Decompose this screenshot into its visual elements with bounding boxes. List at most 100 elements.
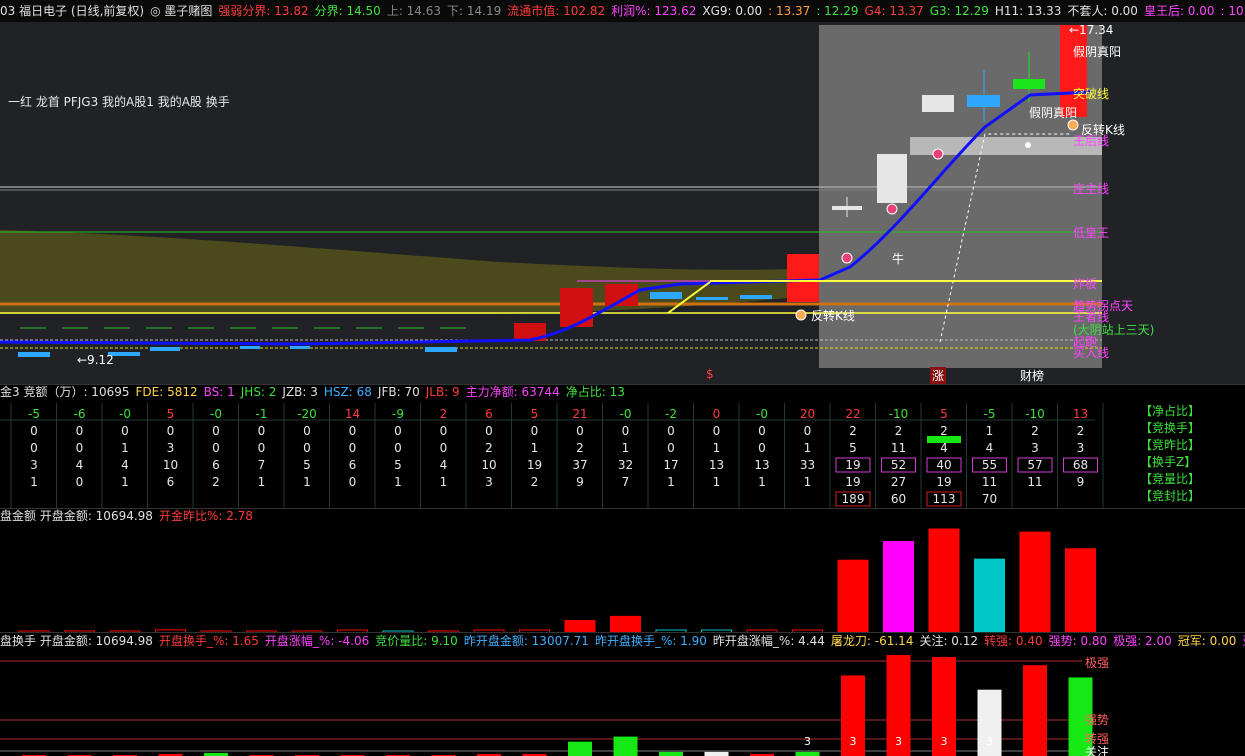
auction-cell: 10 [481,458,496,472]
auction-cell: 5 [849,441,857,455]
turnover-field-12: 冠军: 0.00 [1177,634,1237,648]
auction-cell: -0 [210,407,222,421]
auction-cell: 57 [1027,458,1042,472]
auction-cell: 55 [982,458,997,472]
turnover-bar [613,736,638,756]
amount-panel[interactable]: 盘金额 开盘金额: 10694.98 开金昨比%: 2.78 [0,508,1245,633]
auction-cell: 0 [758,424,766,438]
auction-cell: 7 [622,475,630,489]
auction-cell: 2 [895,424,903,438]
auction-cell: 5 [940,407,948,421]
turnover-field-0: 盘换手 开盘金额: 10694.98 [0,634,153,648]
auction-cell: 0 [76,424,84,438]
auction-cell: 2 [1077,424,1085,438]
auction-field-4: JZB: 3 [282,385,318,399]
auction-cell: 0 [440,424,448,438]
auction-cell: 1 [121,441,129,455]
turnover-bar [1023,665,1047,756]
auction-field-9: 净占比: 13 [565,385,625,399]
auction-field-5: HSZ: 68 [323,385,372,399]
candlestick-chart[interactable]: 一红 龙首 PFJG3 我的A股1 我的A股 换手 ←17.34 ←9.12 假… [0,22,1245,384]
turnover-bar-label: 3 [941,735,948,748]
auction-field-7: JLB: 9 [425,385,460,399]
auction-cell: 0 [349,424,357,438]
auction-cell: 1 [258,475,266,489]
auction-cell: 21 [572,407,587,421]
auction-side-labels: 【净占比】 【竞换手】 【竞昨比】 【换手Z】 【竞量比】 【竞封比】 [1140,403,1245,505]
highlight-zone [819,25,1102,368]
turnover-bars-svg: 3 3 3 3 3 [0,655,1093,756]
auction-cell: 0 [303,424,311,438]
signal-false-yin-1: 假阴真阳 [1073,45,1122,59]
auction-cell: 2 [576,441,584,455]
auction-cell: 68 [1073,458,1088,472]
header-field-13: H11: 13.33 [994,4,1062,18]
auction-cell: -0 [119,407,131,421]
auction-side-label: 【净占比】 [1140,404,1201,418]
auction-field-8: 主力净额: 63744 [465,385,560,399]
auction-cell: 3 [1031,441,1039,455]
auction-cell: 7 [258,458,266,472]
auction-cell: 6 [212,458,220,472]
auction-cell: 0 [30,441,38,455]
signal-false-yin-2: 假阴真阳 [1029,106,1078,120]
auction-cell: 13 [709,458,724,472]
turnover-panel[interactable]: 3 3 3 3 3 盘换手 开盘金额: 10694.98 开盘换手_%: 1.65 开盘涨幅… [0,632,1245,756]
header-field-3: 分界: 14.50 [314,4,381,18]
auction-cell: 0 [167,424,175,438]
auction-cell: 13 [754,458,769,472]
header-field-9: : 13.37 [768,4,811,18]
auction-cell: -6 [74,407,86,421]
auction-cell: 14 [345,407,360,421]
turnover-bar-label: 3 [986,735,993,748]
auction-cell: 52 [891,458,906,472]
auction-cell: 22 [845,407,860,421]
indicator-list-label: 一红 龙首 PFJG3 我的A股1 我的A股 换手 [8,95,230,109]
auction-cell: 6 [485,407,493,421]
auction-cell: 0 [212,441,220,455]
amount-bar [837,559,869,633]
turnover-field-8: 关注: 0.12 [919,634,979,648]
auction-cell: 0 [303,441,311,455]
auction-field-0: 金3 竞额（万）: 10695 [0,385,130,399]
turnover-field-7: 屠龙刀: -61.14 [830,634,914,648]
signal-reverse-k-2: 反转K线 [811,309,855,323]
turnover-field-3: 竞价量比: 9.10 [375,634,458,648]
header-field-15: 皇王后: 0.00 [1143,4,1215,18]
signal-low-king: 低皇王 [1073,226,1110,240]
auction-cell: 3 [30,458,38,472]
auction-cell: 1 [531,441,539,455]
auction-cell: -0 [620,407,632,421]
header-field-8: XG9: 0.00 [702,4,763,18]
auction-cell: 40 [936,458,951,472]
auction-cell: 3 [485,475,493,489]
auction-field-1: FDE: 5812 [135,385,198,399]
signal-breakout: 突破线 [1073,87,1110,101]
auction-cell: 13 [1073,407,1088,421]
amount-bars-svg [18,528,1096,633]
auction-cell: 1 [804,441,812,455]
auction-cell: 27 [891,475,906,489]
turnover-field-2: 开盘涨幅_%: -4.06 [264,634,370,648]
auction-cell: 0 [440,441,448,455]
auction-panel[interactable]: 金3 竞额（万）: 10695 FDE: 5812 BS: 1 JHS: 2 JZB: … [0,384,1245,509]
header-field-4: 上: 14.63 [386,4,442,18]
auction-side-label: 【竞换手】 [1140,421,1201,435]
turnover-bar [659,751,683,756]
auction-cell: 0 [667,424,675,438]
low-price-label: ←9.12 [77,353,114,367]
auction-cell: 4 [986,441,994,455]
auction-cell: 5 [531,407,539,421]
turnover-bar-label: 3 [804,735,811,748]
auction-cell: -10 [889,407,909,421]
marker-s: $ [706,367,714,381]
header-field-6: 流通市值: 102.82 [507,4,606,18]
auction-cell: 0 [76,475,84,489]
auction-cell: 3 [167,441,175,455]
level-extreme: 极强 [1085,656,1110,670]
header-field-5: 下: 14.19 [447,4,502,18]
auction-cell: 0 [485,424,493,438]
auction-cell: 1 [121,475,129,489]
auction-cell: 19 [845,458,860,472]
level-watch: 关注 [1085,745,1110,756]
